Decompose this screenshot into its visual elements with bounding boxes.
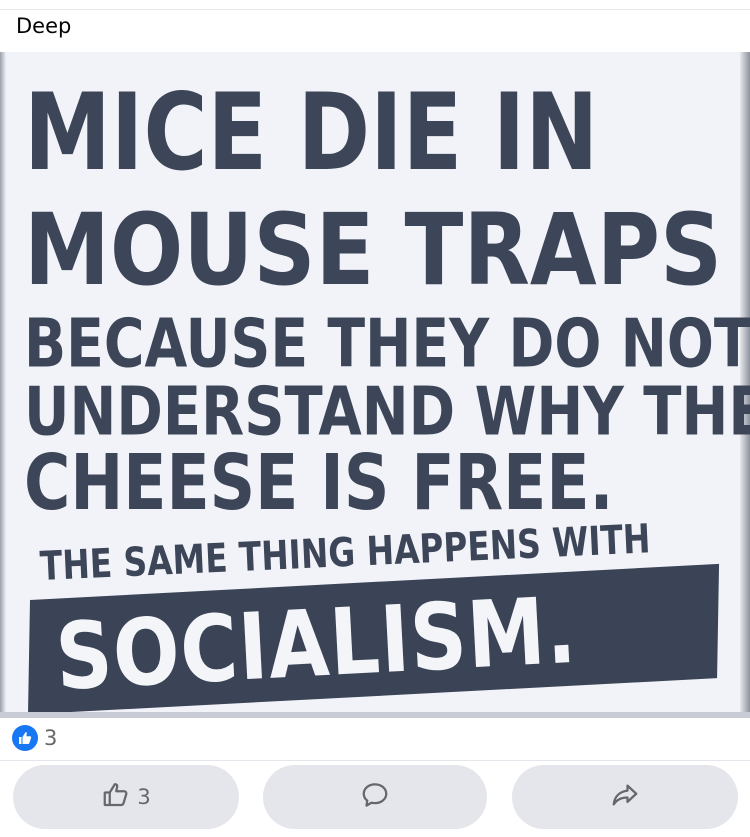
image-text-line-2: MOUSE TRAPS — [24, 192, 723, 308]
thumbs-up-icon — [101, 780, 131, 815]
share-button[interactable] — [512, 765, 738, 829]
reaction-count: 3 — [44, 726, 58, 750]
reaction-summary[interactable]: 3 — [12, 724, 57, 752]
like-icon — [12, 725, 38, 751]
image-text-line-1: MICE DIE IN — [24, 70, 599, 195]
action-divider — [0, 760, 750, 761]
like-button[interactable]: 3 — [13, 765, 239, 829]
comment-icon — [360, 780, 390, 815]
comment-button[interactable] — [263, 765, 487, 829]
post-caption: Deep — [16, 14, 72, 38]
like-count: 3 — [137, 785, 151, 809]
image-text-line-5: CHEESE IS FREE. — [24, 438, 614, 528]
share-icon — [610, 780, 640, 815]
image-edge-left — [0, 52, 6, 718]
top-divider — [0, 9, 750, 10]
image-text-line-3: BECAUSE THEY DO NOT — [24, 304, 750, 383]
post-image[interactable]: MICE DIE IN MOUSE TRAPS BECAUSE THEY DO … — [0, 52, 750, 718]
image-edge-bottom — [0, 712, 750, 718]
